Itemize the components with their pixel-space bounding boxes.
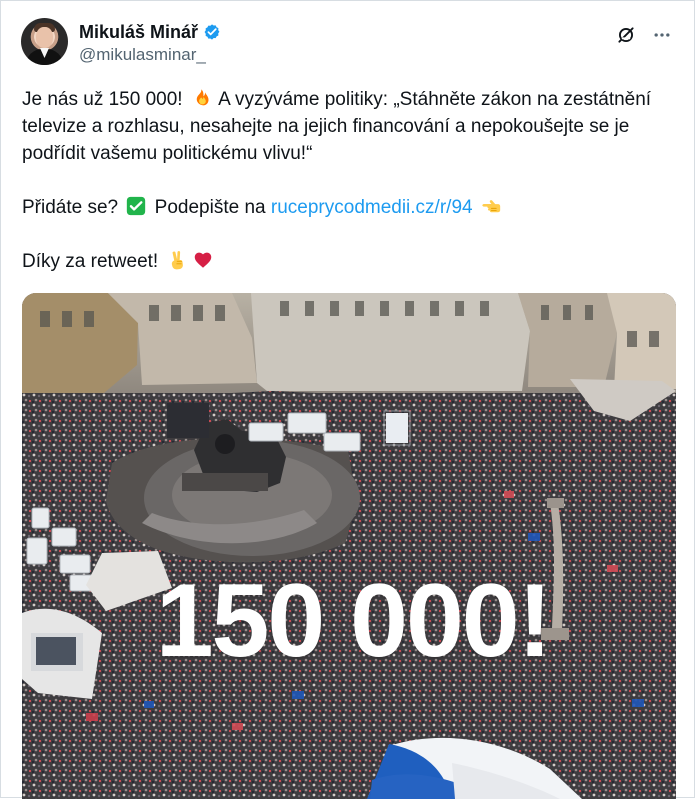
tweet-paragraph-2: Přidáte se? Podepište na ruceprycodmedii… (22, 194, 672, 221)
tweet-text-segment: Je nás už 150 000! (22, 89, 188, 110)
verified-badge-icon (204, 24, 220, 40)
check-mark-icon (127, 196, 146, 216)
tweet-header: Mikuláš Minář @mikulasminar_ (21, 18, 678, 68)
tweet-text-segment: Díky za retweet! (22, 251, 164, 272)
pointing-left-icon (482, 200, 501, 213)
tweet-card[interactable]: Mikuláš Minář @mikulasminar_ Je nás už 1… (0, 0, 695, 799)
more-icon[interactable] (652, 25, 672, 45)
display-name-row: Mikuláš Minář (79, 21, 221, 43)
red-heart-icon (194, 252, 211, 268)
fire-icon (196, 89, 209, 106)
tweet-text: Je nás už 150 000! A vyzýváme politiky: … (22, 86, 672, 302)
author-block: Mikuláš Minář @mikulasminar_ (79, 21, 221, 65)
grok-icon[interactable] (616, 25, 636, 45)
avatar-face (36, 27, 53, 48)
author-handle[interactable]: @mikulasminar_ (79, 45, 221, 65)
victory-hand-icon (171, 251, 183, 270)
display-name[interactable]: Mikuláš Minář (79, 21, 198, 43)
avatar[interactable] (21, 18, 68, 65)
tweet-paragraph-3: Díky za retweet! (22, 248, 672, 275)
tweet-text-segment: Přidáte se? (22, 197, 124, 218)
media-overlay-text: 150 000! (155, 563, 553, 679)
tweet-text-segment: Podepište na (149, 197, 271, 218)
header-actions (616, 25, 672, 45)
tweet-paragraph-1: Je nás už 150 000! A vyzýváme politiky: … (22, 86, 672, 167)
petition-link[interactable]: ruceprycodmedii.cz/r/94 (271, 197, 473, 218)
tweet-media-image[interactable]: 150 000! (22, 293, 676, 799)
tweet-text-segment (473, 197, 478, 218)
crowd-photo-image (22, 293, 676, 799)
